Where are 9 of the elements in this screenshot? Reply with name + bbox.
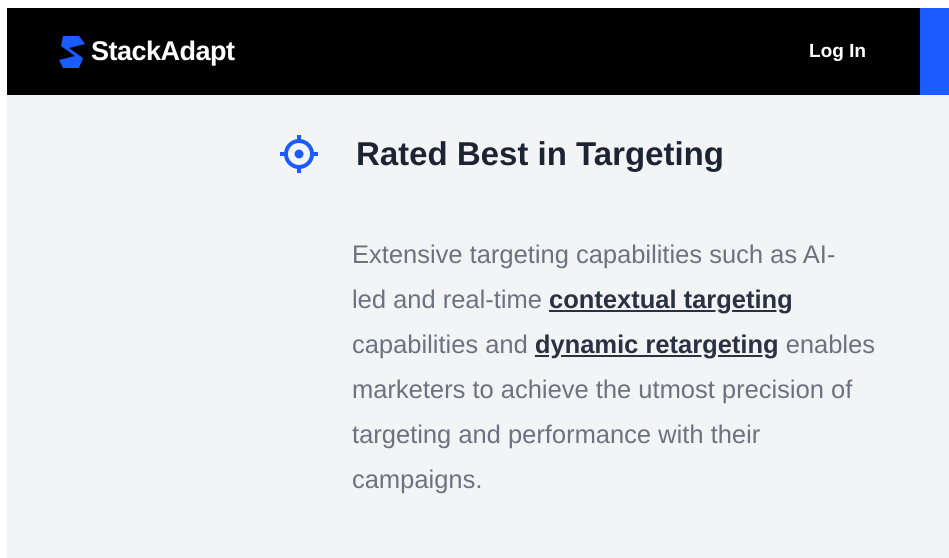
feature-title: Rated Best in Targeting [356, 135, 724, 173]
feature-description: Extensive targeting capabilities such as AI- led and real-time contextual targeting capabilities and dynamic retargeting enables marketers to achieve the utmost precision of targeting and performance with their campaigns. [352, 240, 876, 496]
inline-link[interactable]: dynamic retargeting [534, 331, 779, 359]
logo-icon [57, 34, 87, 70]
header-button[interactable] [920, 8, 949, 95]
logo-text: StackAdapt [91, 36, 235, 67]
inline-link[interactable]: contextual targeting [549, 286, 793, 314]
target-icon [278, 133, 320, 175]
login-link[interactable]: Log In [809, 40, 866, 62]
